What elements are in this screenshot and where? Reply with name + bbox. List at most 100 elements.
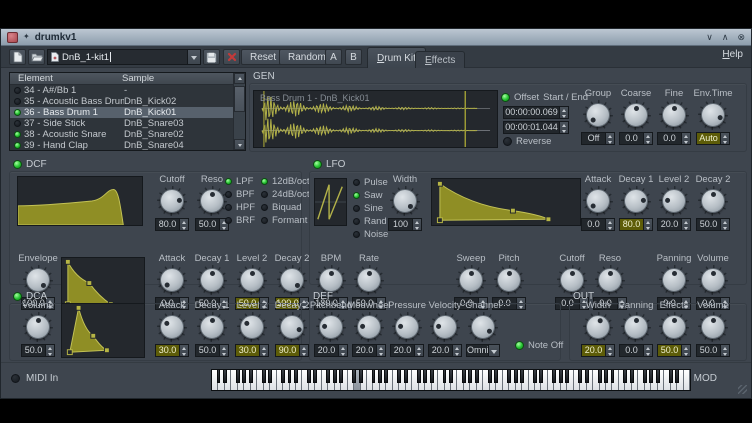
radio-saw[interactable]: Saw — [353, 189, 388, 202]
element-row[interactable]: 37 - Side StickDnB_Snare03 — [10, 118, 233, 129]
decay-2-value[interactable]: 50.0 — [696, 218, 730, 231]
piano-black-key[interactable] — [643, 370, 647, 383]
radio-brf[interactable]: BRF — [225, 214, 255, 227]
piano-black-key[interactable] — [488, 370, 492, 383]
spinner-buttons[interactable] — [605, 133, 614, 144]
channel-dial[interactable] — [468, 312, 498, 342]
piano-black-key[interactable] — [539, 370, 543, 383]
piano-black-key[interactable] — [333, 370, 337, 383]
volume-dial[interactable] — [23, 312, 53, 342]
radio-rand[interactable]: Rand — [353, 215, 388, 228]
spinner-buttons[interactable] — [681, 133, 690, 144]
spinner-buttons[interactable] — [338, 345, 347, 356]
spinner-buttons[interactable] — [605, 345, 614, 356]
env-time-value[interactable]: Auto — [696, 132, 730, 145]
piano-black-key[interactable] — [404, 370, 408, 383]
preset-combo[interactable]: DnB_1-kit1 — [47, 49, 201, 65]
piano-black-key[interactable] — [372, 370, 376, 383]
piano-black-key[interactable] — [669, 370, 673, 383]
piano-black-key[interactable] — [552, 370, 556, 383]
width-value[interactable]: 20.0 — [581, 344, 615, 357]
piano-black-key[interactable] — [585, 370, 589, 383]
spinner-buttons[interactable] — [720, 345, 729, 356]
resize-grip-icon[interactable] — [738, 385, 747, 394]
spinner-buttons[interactable] — [414, 345, 423, 356]
scroll-thumb[interactable] — [234, 86, 245, 112]
channel-dropdown-arrow-icon[interactable] — [488, 345, 499, 356]
scroll-down-icon[interactable] — [234, 139, 245, 150]
piano-black-key[interactable] — [281, 370, 285, 383]
radio-lpf[interactable]: LPF — [225, 175, 255, 188]
piano-black-key[interactable] — [384, 370, 388, 383]
level-2-value[interactable]: 20.0 — [657, 218, 691, 231]
piano-black-key[interactable] — [294, 370, 298, 383]
effects-dial[interactable] — [659, 312, 689, 342]
lfo-led[interactable] — [313, 160, 322, 169]
panning-value[interactable]: 0.0 — [619, 344, 653, 357]
preset-dropdown-arrow-icon[interactable] — [187, 50, 200, 64]
attack-value[interactable]: 30.0 — [155, 344, 189, 357]
piano-black-key[interactable] — [533, 370, 537, 383]
radio-hpf[interactable]: HPF — [225, 201, 255, 214]
attack-dial[interactable] — [157, 312, 187, 342]
piano-black-key[interactable] — [462, 370, 466, 383]
sample-waveform[interactable]: Bass Drum 1 - DnB_Kick01 — [253, 90, 498, 148]
spinner-buttons[interactable] — [259, 345, 268, 356]
spinner-buttons[interactable] — [376, 345, 385, 356]
piano-white-key[interactable] — [684, 370, 690, 390]
spinner-buttons[interactable] — [559, 122, 568, 133]
velocity-dial[interactable] — [430, 312, 460, 342]
element-row[interactable]: 36 - Bass Drum 1DnB_Kick01 — [10, 107, 233, 118]
pitchbend-dial[interactable] — [316, 312, 346, 342]
spinner-buttons[interactable] — [299, 345, 308, 356]
cutoff-value[interactable]: 80.0 — [155, 218, 189, 231]
piano-black-key[interactable] — [559, 370, 563, 383]
preset-name[interactable]: DnB_1-kit1 — [62, 52, 109, 63]
width-dial[interactable] — [390, 186, 420, 216]
pitchbend-value[interactable]: 20.0 — [314, 344, 348, 357]
column-element[interactable]: Element — [10, 73, 122, 84]
dcf-led[interactable] — [13, 160, 22, 169]
dca-envelope-graph[interactable] — [61, 303, 145, 358]
minimize-icon[interactable]: ∨ — [706, 33, 713, 42]
element-row[interactable]: 38 - Acoustic SnareDnB_Snare02 — [10, 129, 233, 140]
piano-black-key[interactable] — [326, 370, 330, 383]
pressure-dial[interactable] — [392, 312, 422, 342]
piano-black-key[interactable] — [242, 370, 246, 383]
fine-dial[interactable] — [659, 100, 689, 130]
spinner-buttons[interactable] — [179, 345, 188, 356]
spinner-buttons[interactable] — [643, 133, 652, 144]
lfo-envelope-graph[interactable] — [431, 178, 581, 226]
volume-dial[interactable] — [698, 312, 728, 342]
piano-black-key[interactable] — [649, 370, 653, 383]
piano-black-key[interactable] — [417, 370, 421, 383]
spinner-buttons[interactable] — [681, 219, 690, 230]
piano-black-key[interactable] — [268, 370, 272, 383]
piano-black-key[interactable] — [423, 370, 427, 383]
group-dial[interactable] — [583, 100, 613, 130]
spinner-buttons[interactable] — [605, 219, 614, 230]
panning-dial[interactable] — [621, 312, 651, 342]
decay-1-dial[interactable] — [197, 312, 227, 342]
window-menu-icon[interactable]: ✦ — [23, 33, 30, 41]
maximize-icon[interactable]: ∧ — [722, 33, 729, 42]
radio-sine[interactable]: Sine — [353, 202, 388, 215]
piano-black-key[interactable] — [249, 370, 253, 383]
decay-2-dial[interactable] — [277, 312, 307, 342]
piano-black-key[interactable] — [236, 370, 240, 383]
spinner-buttons[interactable] — [219, 345, 228, 356]
width-value[interactable]: 100 — [388, 218, 422, 231]
radio-pulse[interactable]: Pulse — [353, 176, 388, 189]
modwheel-dial[interactable] — [354, 312, 384, 342]
volume-value[interactable]: 50.0 — [21, 344, 55, 357]
piano-keyboard[interactable] — [211, 369, 691, 391]
titlebar[interactable]: ✦ drumkv1 ∨ ∧ ⊗ — [1, 29, 751, 46]
velocity-value[interactable]: 20.0 — [428, 344, 462, 357]
piano-black-key[interactable] — [352, 370, 356, 383]
radio-biquad[interactable]: Biquad — [261, 201, 310, 214]
element-row[interactable]: 39 - Hand ClapDnB_Snare04 — [10, 140, 233, 150]
spinner-buttons[interactable] — [412, 219, 421, 230]
piano-black-key[interactable] — [598, 370, 602, 383]
new-preset-button[interactable] — [9, 49, 26, 65]
coarse-value[interactable]: 0.0 — [619, 132, 653, 145]
